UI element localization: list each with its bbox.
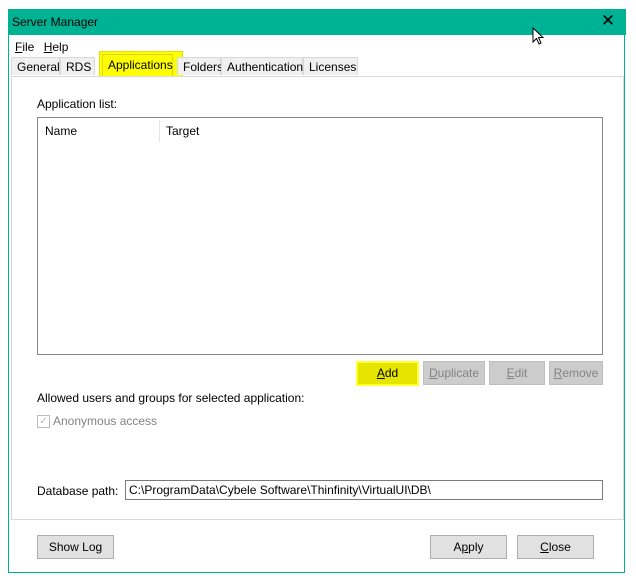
application-list[interactable]: Name Target <box>37 117 603 355</box>
edit-label: dit <box>514 366 528 380</box>
close-button[interactable]: Close <box>517 535 594 559</box>
column-header-target[interactable]: Target <box>166 124 199 138</box>
menu-bar: File Help <box>15 40 74 56</box>
edit-accel: E <box>506 366 515 380</box>
tab-authentication[interactable]: Authentication <box>221 57 303 75</box>
show-log-button[interactable]: Show Log <box>37 535 114 559</box>
menu-help-label: elp <box>52 40 69 54</box>
tab-rds[interactable]: RDS <box>60 57 95 75</box>
remove-accel: R <box>553 366 563 380</box>
apply-button[interactable]: Apply <box>430 535 507 559</box>
apply-label-rest: ply <box>468 540 484 554</box>
add-button[interactable]: Add <box>356 361 419 386</box>
window-title: Server Manager <box>12 15 99 29</box>
close-accel: C <box>540 540 549 554</box>
mouse-pointer-icon <box>532 27 545 45</box>
menu-file[interactable]: File <box>15 40 34 54</box>
server-manager-window: Server Manager ✕ File Help General RDS A… <box>8 9 626 573</box>
duplicate-label: uplicate <box>437 366 480 380</box>
menu-file-label: ile <box>22 40 35 54</box>
tab-general[interactable]: General <box>11 57 60 75</box>
anonymous-access-label: Anonymous access <box>53 414 158 428</box>
add-accel: A <box>376 366 385 380</box>
remove-label: emove <box>562 366 599 380</box>
close-icon[interactable]: ✕ <box>598 11 618 31</box>
database-path-field[interactable]: C:\ProgramData\Cybele Software\Thinfinit… <box>125 480 603 500</box>
menu-help[interactable]: Help <box>44 40 69 54</box>
anonymous-access-checkbox[interactable]: ✓ Anonymous access <box>37 414 157 428</box>
database-path-label: Database path: <box>37 484 119 498</box>
tab-applications[interactable]: Applications <box>102 54 173 76</box>
tab-licenses[interactable]: Licenses <box>303 57 358 75</box>
column-header-name[interactable]: Name <box>45 124 77 138</box>
remove-button[interactable]: Remove <box>549 361 603 385</box>
duplicate-accel: D <box>428 366 438 380</box>
application-list-label: Application list: <box>37 97 118 111</box>
allowed-users-label: Allowed users and groups for selected ap… <box>37 391 305 405</box>
add-label: dd <box>384 366 399 380</box>
checkmark-icon: ✓ <box>37 414 50 428</box>
close-label: lose <box>548 540 571 554</box>
edit-button[interactable]: Edit <box>489 361 545 385</box>
duplicate-button[interactable]: Duplicate <box>423 361 485 385</box>
column-separator[interactable] <box>159 120 160 142</box>
tab-folders[interactable]: Folders <box>177 57 223 75</box>
